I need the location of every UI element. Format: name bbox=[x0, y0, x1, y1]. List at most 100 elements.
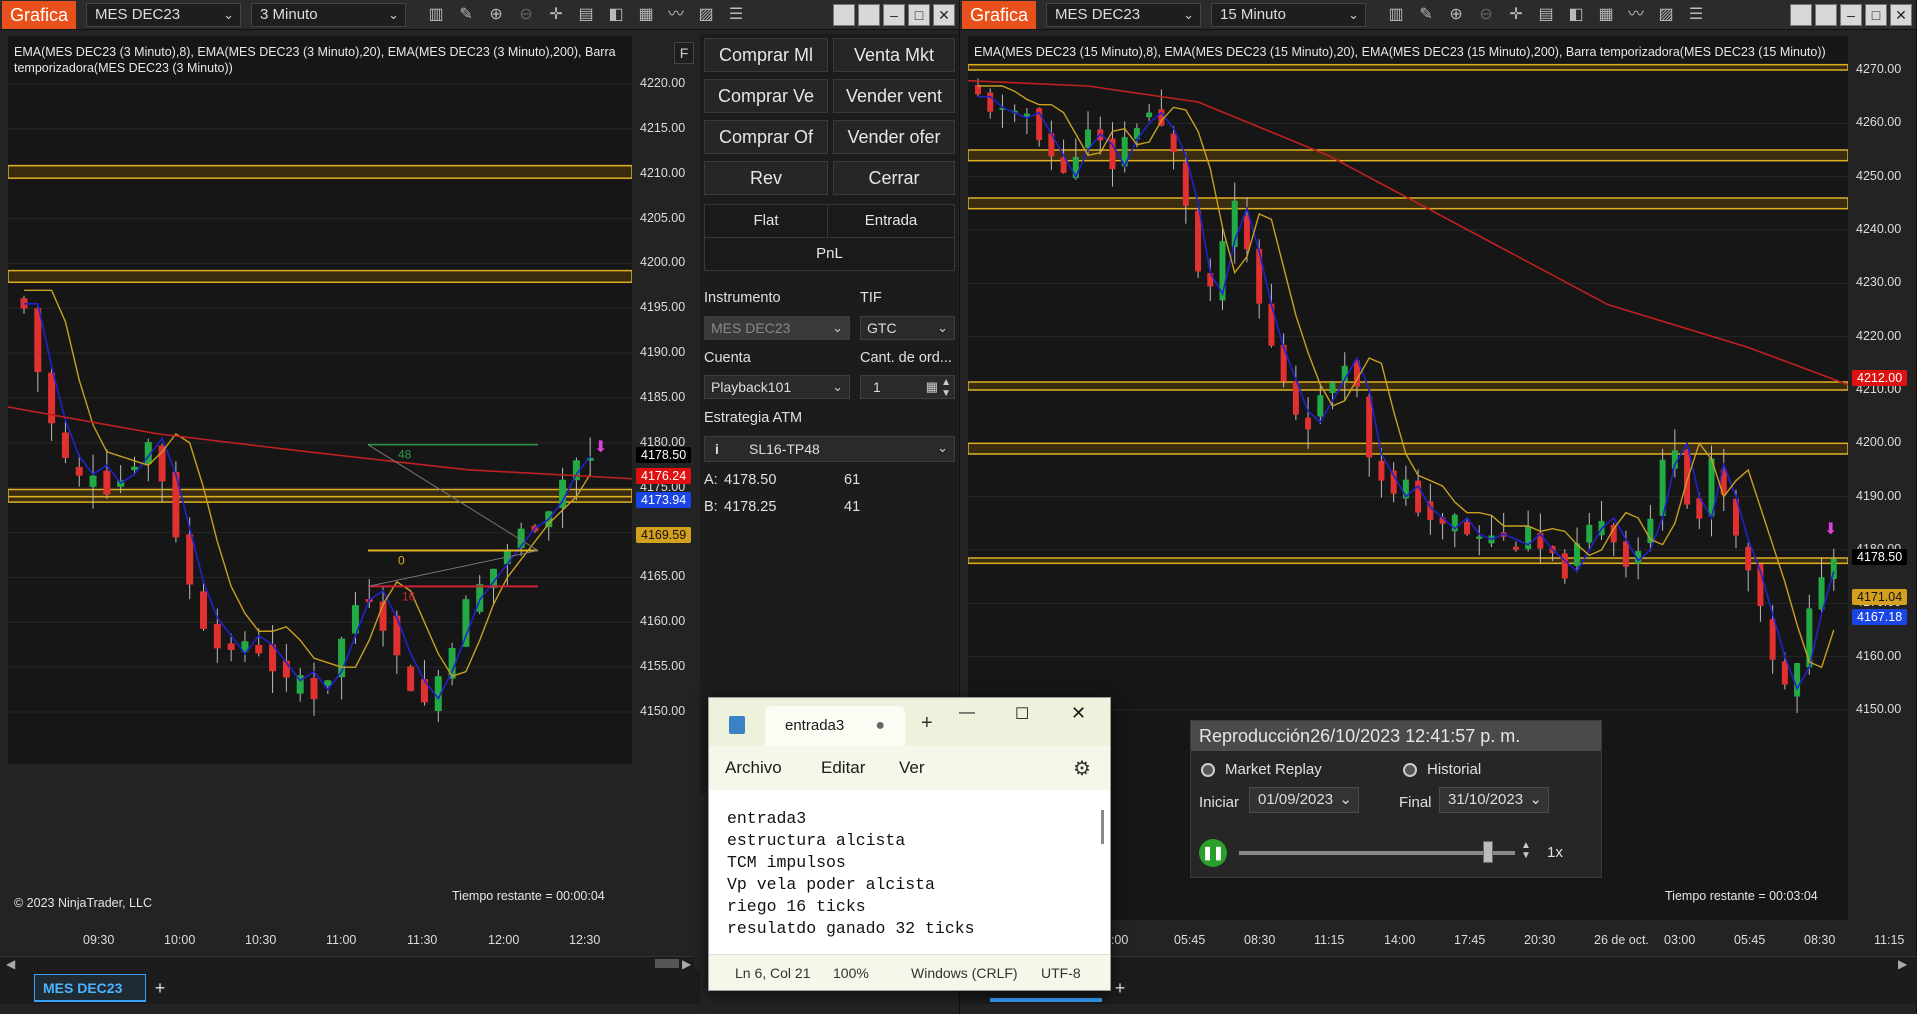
minimize-icon[interactable]: – bbox=[1840, 3, 1862, 26]
close-icon[interactable]: ✕ bbox=[1071, 703, 1086, 724]
left-scrollbar[interactable]: ◀ ▶ bbox=[0, 956, 694, 971]
chart-title[interactable]: Grafica bbox=[2, 0, 77, 29]
menu-list-icon[interactable]: ☰ bbox=[724, 3, 748, 27]
data-series-icon[interactable]: ▦ bbox=[634, 3, 658, 27]
left-time-axis[interactable]: 09:30 10:00 10:30 11:00 11:30 12:00 12:30 bbox=[8, 931, 632, 951]
sell-market-button[interactable]: Venta Mkt bbox=[833, 38, 955, 72]
end-date-select[interactable]: 31/10/2023 ⌄ bbox=[1439, 787, 1549, 813]
drawing-label: 0 bbox=[398, 554, 405, 568]
tab-mes-dec23[interactable]: MES DEC23 bbox=[34, 974, 146, 1002]
indicators-icon[interactable]: 〰 bbox=[1624, 3, 1648, 27]
right-price-axis[interactable]: 4270.00 4260.00 4250.00 4240.00 4230.00 4220.… bbox=[1848, 36, 1917, 920]
instrument-select: MES DEC23 ⌄ bbox=[704, 316, 850, 340]
zoom-out-icon[interactable]: ⊖ bbox=[514, 3, 538, 27]
notepad-tab[interactable]: entrada3 ● bbox=[765, 706, 905, 746]
line-ending: Windows (CRLF) bbox=[911, 965, 1018, 981]
new-tab-icon[interactable]: + bbox=[921, 712, 933, 735]
sell-ask-button[interactable]: Vender ofer bbox=[833, 120, 955, 154]
notepad-scrollbar[interactable] bbox=[1101, 810, 1104, 844]
properties-icon[interactable]: ▤ bbox=[1534, 3, 1558, 27]
properties-icon[interactable]: ▤ bbox=[574, 3, 598, 27]
reverse-button[interactable]: Rev bbox=[704, 161, 828, 195]
buy-ask-button[interactable]: Comprar Of bbox=[704, 120, 828, 154]
chart-title[interactable]: Grafica bbox=[962, 0, 1037, 29]
stepper-arrows-icon[interactable]: ▲ ▼ bbox=[941, 377, 951, 399]
menu-archivo[interactable]: Archivo bbox=[725, 758, 782, 778]
maximize-icon[interactable]: □ bbox=[908, 3, 930, 26]
quantity-stepper[interactable]: 1 ▦ ▲ ▼ bbox=[860, 375, 955, 399]
tif-select[interactable]: GTC ⌄ bbox=[860, 316, 955, 340]
bar-type-icon[interactable]: ▥ bbox=[424, 3, 448, 27]
bar-type-icon[interactable]: ▥ bbox=[1384, 3, 1408, 27]
menu-ver[interactable]: Ver bbox=[899, 758, 925, 778]
market-replay-label: Market Replay bbox=[1225, 761, 1322, 778]
left-price-axis[interactable]: 4220.00 4215.00 4210.00 4205.00 4200.00 4195.… bbox=[632, 36, 694, 764]
sell-bid-button[interactable]: Vender vent bbox=[833, 79, 955, 113]
crosshair-icon[interactable]: ✛ bbox=[1504, 3, 1528, 27]
close-icon[interactable]: ✕ bbox=[933, 3, 955, 26]
chevron-down-icon: ⌄ bbox=[937, 440, 948, 455]
maximize-icon[interactable]: □ bbox=[1865, 3, 1887, 26]
scroll-right-icon[interactable]: ▶ bbox=[1898, 957, 1907, 971]
notepad-content[interactable]: entrada3 estructura alcista TCM impulsos… bbox=[727, 808, 975, 940]
account-select[interactable]: Playback101 ⌄ bbox=[704, 375, 850, 399]
scroll-left-icon[interactable]: ◀ bbox=[6, 957, 15, 971]
strategies-icon[interactable]: ▨ bbox=[694, 3, 718, 27]
playback-slider-thumb[interactable] bbox=[1483, 841, 1493, 863]
zoom-out-icon[interactable]: ⊖ bbox=[1474, 3, 1498, 27]
historial-label: Historial bbox=[1427, 761, 1482, 778]
playback-slider-track[interactable] bbox=[1239, 851, 1515, 855]
maximize-icon[interactable]: ☐ bbox=[1015, 704, 1029, 724]
add-tab-icon[interactable]: + bbox=[1108, 977, 1132, 999]
minimize-icon[interactable]: — bbox=[959, 704, 975, 722]
chevron-down-icon: ⌄ bbox=[937, 320, 948, 335]
support-resistance-zone bbox=[968, 442, 1848, 455]
instrument-selector[interactable]: MES DEC23 ⌄ bbox=[86, 2, 242, 27]
window-tile-icon[interactable] bbox=[833, 3, 855, 26]
crosshair-icon[interactable]: ✛ bbox=[544, 3, 568, 27]
side-panel-toggle[interactable]: F bbox=[674, 42, 694, 64]
instrument-selector[interactable]: MES DEC23 ⌄ bbox=[1046, 2, 1202, 27]
encoding: UTF-8 bbox=[1041, 965, 1081, 981]
candle-body bbox=[1182, 162, 1189, 206]
zoom-in-icon[interactable]: ⊕ bbox=[1444, 3, 1468, 27]
menu-editar[interactable]: Editar bbox=[821, 758, 865, 778]
settings-gear-icon[interactable]: ⚙ bbox=[1073, 756, 1091, 781]
indicators-icon[interactable]: 〰 bbox=[664, 3, 688, 27]
window-tile2-icon[interactable] bbox=[1815, 3, 1837, 26]
scroll-right-icon[interactable]: ▶ bbox=[682, 957, 691, 971]
scroll-thumb[interactable] bbox=[655, 959, 679, 968]
minimize-icon[interactable]: – bbox=[883, 3, 905, 26]
window-tile-icon[interactable] bbox=[1790, 3, 1812, 26]
historial-radio[interactable] bbox=[1403, 763, 1417, 777]
close-position-button[interactable]: Cerrar bbox=[833, 161, 955, 195]
data-series-icon[interactable]: ▦ bbox=[1594, 3, 1618, 27]
speed-stepper-icon[interactable]: ▲ ▼ bbox=[1521, 841, 1531, 861]
zoom-in-icon[interactable]: ⊕ bbox=[484, 3, 508, 27]
menu-list-icon[interactable]: ☰ bbox=[1684, 3, 1708, 27]
buy-market-button[interactable]: Comprar Ml bbox=[704, 38, 828, 72]
candle-body bbox=[89, 475, 97, 487]
atm-strategy-select[interactable]: i SL16-TP48 ⌄ bbox=[704, 436, 955, 462]
interval-selector[interactable]: 15 Minuto ⌄ bbox=[1211, 2, 1367, 27]
strategies-icon[interactable]: ▨ bbox=[1654, 3, 1678, 27]
pause-icon[interactable]: ❚❚ bbox=[1199, 839, 1227, 867]
start-date-select[interactable]: 01/09/2023 ⌄ bbox=[1249, 787, 1359, 813]
time-remaining: Tiempo restante = 00:03:04 bbox=[1665, 889, 1818, 903]
buy-bid-button[interactable]: Comprar Ve bbox=[704, 79, 828, 113]
pencil-icon[interactable]: ✎ bbox=[454, 3, 478, 27]
time-axis-label: 09:30 bbox=[83, 933, 115, 947]
close-icon[interactable]: ✕ bbox=[1890, 3, 1912, 26]
pencil-icon[interactable]: ✎ bbox=[1414, 3, 1438, 27]
info-icon[interactable]: i bbox=[715, 438, 719, 460]
calculator-icon[interactable]: ▦ bbox=[926, 376, 938, 398]
templates-icon[interactable]: ◧ bbox=[1564, 3, 1588, 27]
window-tile2-icon[interactable] bbox=[858, 3, 880, 26]
add-tab-icon[interactable]: + bbox=[148, 977, 172, 999]
templates-icon[interactable]: ◧ bbox=[604, 3, 628, 27]
playback-header[interactable]: Reproducción26/10/2023 12:41:57 p. m. bbox=[1191, 721, 1601, 751]
interval-selector[interactable]: 3 Minuto ⌄ bbox=[251, 2, 407, 27]
price-axis-label: 4215.00 bbox=[640, 120, 686, 135]
market-replay-radio[interactable] bbox=[1201, 763, 1215, 777]
left-price-chart[interactable]: 48 0 16 ⬇ EMA(MES DEC23 (3 Minuto),8), EMA(… bbox=[8, 36, 632, 764]
